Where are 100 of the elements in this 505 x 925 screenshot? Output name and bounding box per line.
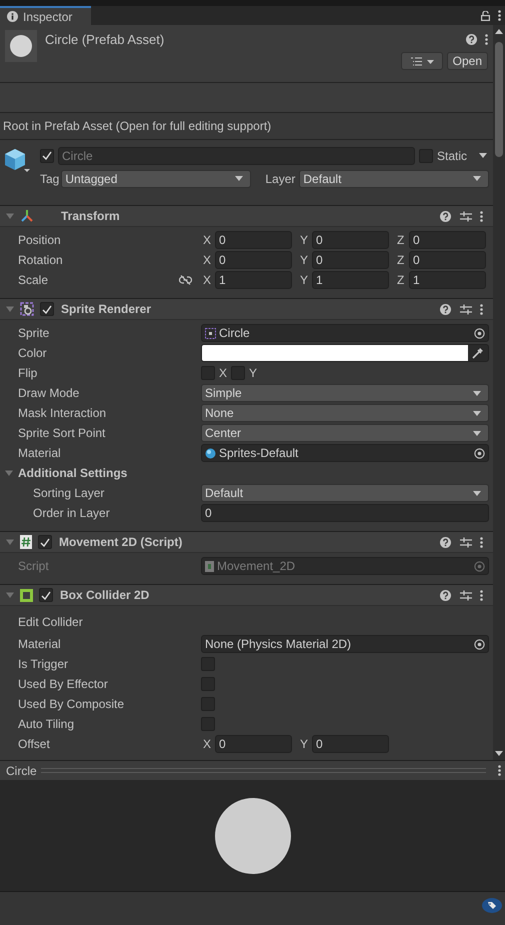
number-field[interactable]: 0 xyxy=(215,231,292,249)
presets-icon[interactable] xyxy=(460,304,472,314)
property-label: Color xyxy=(18,346,47,360)
number-field[interactable]: 0 xyxy=(409,251,486,269)
property-label: Material xyxy=(18,446,61,460)
kebab-menu-icon[interactable] xyxy=(480,590,483,600)
dropdown[interactable]: Simple xyxy=(201,384,489,402)
axis-label: Z xyxy=(396,233,406,247)
layer-dropdown[interactable]: Default xyxy=(299,170,489,188)
checkbox[interactable] xyxy=(201,717,215,731)
checkbox[interactable] xyxy=(201,677,215,691)
foldout-label[interactable]: Additional Settings xyxy=(18,466,128,480)
number-field[interactable]: 0 xyxy=(312,231,389,249)
help-icon[interactable] xyxy=(466,34,477,44)
hash-script-icon xyxy=(20,535,32,549)
object-picker-icon[interactable] xyxy=(474,328,485,338)
object-field[interactable]: None (Physics Material 2D) xyxy=(201,635,489,653)
overrides-dropdown-button[interactable] xyxy=(400,52,443,70)
property-label: Offset xyxy=(18,737,50,751)
help-icon[interactable] xyxy=(440,304,451,314)
scrollbar-thumb[interactable] xyxy=(495,42,503,157)
checkbox[interactable] xyxy=(201,657,215,671)
flip-checkbox[interactable] xyxy=(201,366,215,380)
object-field[interactable]: Sprites-Default xyxy=(201,444,489,462)
flip-checkbox[interactable] xyxy=(231,366,246,380)
number-field[interactable]: 0 xyxy=(409,231,486,249)
color-field[interactable] xyxy=(201,344,489,362)
cube-icon[interactable] xyxy=(4,148,30,174)
axis-label: Y xyxy=(299,737,310,751)
color-swatch[interactable] xyxy=(202,345,468,361)
number-field[interactable]: 0 xyxy=(201,504,489,522)
asset-title: Circle (Prefab Asset) xyxy=(45,32,164,46)
dropdown[interactable]: Default xyxy=(201,484,489,502)
inspector-tab[interactable]: Inspector xyxy=(0,6,91,25)
help-icon[interactable] xyxy=(440,210,451,222)
component-title: Box Collider 2D xyxy=(60,588,150,602)
kebab-menu-icon[interactable] xyxy=(480,536,483,548)
number-field[interactable]: 0 xyxy=(312,735,389,753)
axis-label: X xyxy=(202,273,212,287)
component-header[interactable]: Movement 2D (Script) xyxy=(0,532,493,553)
help-icon[interactable] xyxy=(440,536,451,548)
number-field[interactable]: 1 xyxy=(215,271,292,289)
kebab-menu-icon[interactable] xyxy=(485,34,488,44)
dropdown[interactable]: Center xyxy=(201,424,489,442)
axis-label: X xyxy=(202,233,212,247)
component-title: Transform xyxy=(61,209,120,223)
number-field[interactable]: 1 xyxy=(312,271,389,289)
object-picker-icon[interactable] xyxy=(474,448,485,458)
kebab-menu-icon[interactable] xyxy=(480,210,483,222)
caret-icon xyxy=(473,410,481,416)
caret-icon xyxy=(473,176,481,181)
presets-icon[interactable] xyxy=(460,590,472,600)
checkbox[interactable] xyxy=(201,697,215,711)
eyedropper-icon[interactable] xyxy=(472,347,484,359)
layer-label: Layer xyxy=(265,172,296,186)
number-field[interactable]: 0 xyxy=(215,735,292,753)
lock-icon[interactable] xyxy=(481,10,490,20)
caret-icon[interactable] xyxy=(479,153,487,158)
static-checkbox[interactable] xyxy=(418,148,433,162)
enabled-checkbox[interactable] xyxy=(39,588,53,602)
property-label: Sprite Sort Point xyxy=(18,426,106,440)
property-label: Sprite xyxy=(18,326,50,340)
property-label: Edit Collider xyxy=(18,614,83,628)
open-button[interactable]: Open xyxy=(446,52,488,70)
sprite-icon xyxy=(205,328,216,338)
help-icon[interactable] xyxy=(440,590,451,600)
axis-label: X xyxy=(202,253,212,267)
static-label: Static xyxy=(436,148,467,162)
component-header[interactable]: Box Collider 2D xyxy=(0,585,493,606)
property-label: Script xyxy=(18,559,49,573)
axis-label: X xyxy=(219,366,228,380)
scroll-up-arrow-icon[interactable] xyxy=(495,29,503,34)
enabled-checkbox[interactable] xyxy=(40,302,54,316)
number-field[interactable]: 0 xyxy=(312,251,389,269)
caret-icon xyxy=(235,176,244,181)
number-field[interactable]: 1 xyxy=(409,271,486,289)
presets-icon[interactable] xyxy=(460,536,472,548)
object-picker-icon[interactable] xyxy=(474,638,485,650)
active-checkbox[interactable] xyxy=(40,148,54,162)
component-header[interactable]: Transform xyxy=(0,206,493,227)
component-header[interactable]: Sprite Renderer xyxy=(0,299,493,320)
kebab-menu-icon[interactable] xyxy=(498,10,501,21)
property-label: Position xyxy=(18,233,61,247)
scrollbar[interactable] xyxy=(493,25,505,760)
sprite-renderer-icon xyxy=(20,302,34,316)
object-field[interactable]: Circle xyxy=(201,324,489,342)
property-label: Is Trigger xyxy=(18,657,68,671)
property-label: Rotation xyxy=(18,253,63,267)
scroll-down-arrow-icon[interactable] xyxy=(495,751,503,756)
unlinked-chain-icon[interactable] xyxy=(179,275,192,285)
enabled-checkbox[interactable] xyxy=(38,535,52,549)
dropdown[interactable]: None xyxy=(201,404,489,422)
axis-label: Y xyxy=(299,253,310,267)
kebab-menu-icon[interactable] xyxy=(498,765,501,776)
presets-icon[interactable] xyxy=(460,210,472,222)
number-field[interactable]: 0 xyxy=(215,251,292,269)
tag-dropdown[interactable]: Untagged xyxy=(61,170,252,188)
tag-icon[interactable] xyxy=(482,898,502,913)
kebab-menu-icon[interactable] xyxy=(480,304,483,314)
tag-label: Tag xyxy=(40,172,60,186)
